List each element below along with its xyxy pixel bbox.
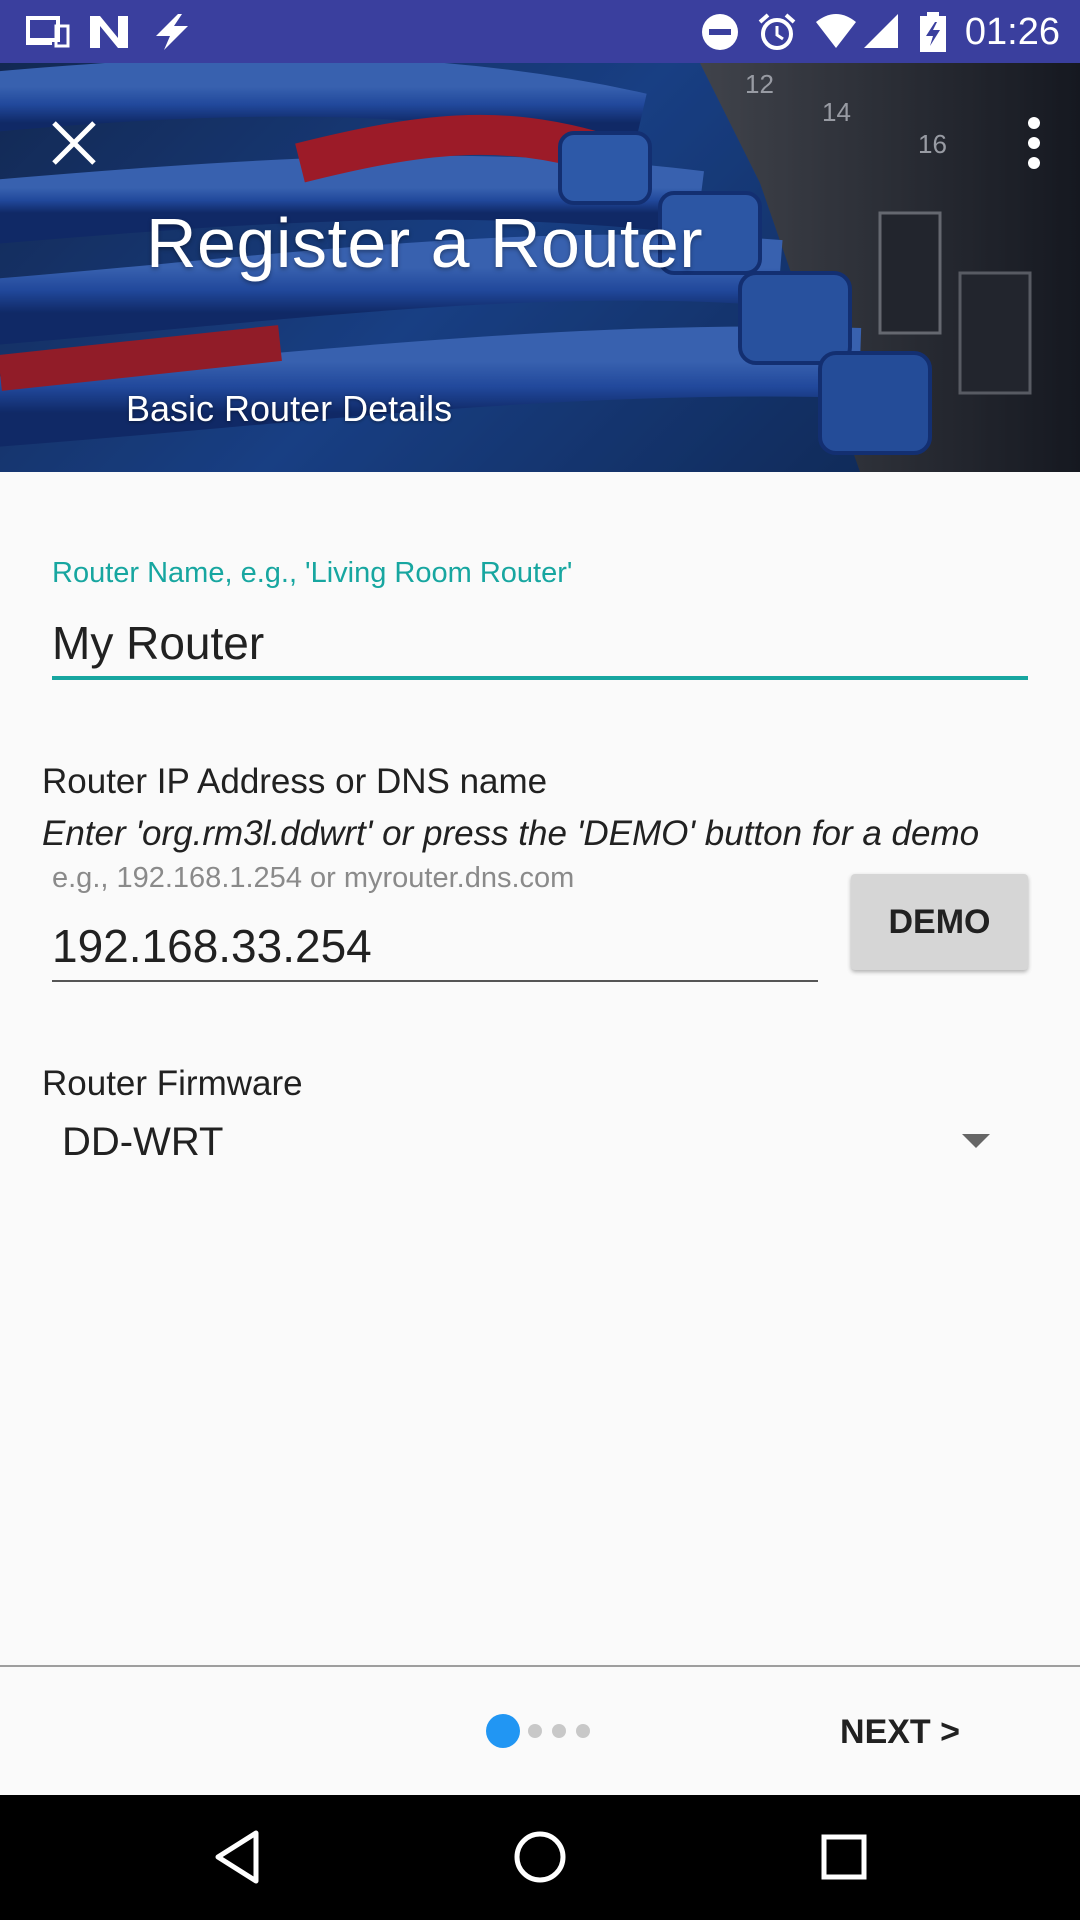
demo-button[interactable]: DEMO [851, 874, 1028, 970]
more-vert-icon[interactable] [1010, 113, 1058, 173]
router-name-label: Router Name, e.g., 'Living Room Router' [52, 557, 573, 589]
page-title: Register a Router [146, 204, 704, 282]
close-icon[interactable] [44, 113, 104, 173]
status-bar: 01:26 [0, 0, 1080, 63]
alarm-icon [758, 13, 796, 50]
home-icon[interactable] [508, 1825, 572, 1889]
router-ip-example-label: e.g., 192.168.1.254 or myrouter.dns.com [52, 862, 575, 894]
firmware-dropdown[interactable]: DD-WRT [62, 1114, 1012, 1174]
recents-icon[interactable] [812, 1825, 876, 1889]
page-indicator [486, 1714, 596, 1748]
status-time: 01:26 [964, 11, 1060, 53]
page-subtitle: Basic Router Details [126, 388, 453, 429]
page-dot-active [486, 1714, 520, 1748]
back-icon[interactable] [206, 1825, 270, 1889]
firmware-selected-value: DD-WRT [62, 1120, 224, 1164]
dropdown-arrow-icon [962, 1134, 990, 1148]
cell-signal-icon [864, 14, 898, 48]
page-dot [528, 1724, 542, 1738]
do-not-disturb-icon [702, 14, 738, 50]
router-name-input[interactable] [52, 610, 1028, 680]
header-banner: 12 14 16 Register a Router Basic Router … [0, 63, 1080, 472]
router-ip-input[interactable] [52, 912, 818, 982]
wifi-icon [816, 14, 856, 48]
flash-icon [156, 14, 188, 50]
router-ip-hint: Enter 'org.rm3l.ddwrt' or press the 'DEM… [42, 814, 980, 853]
router-ip-label: Router IP Address or DNS name [42, 762, 548, 801]
page-dot [552, 1724, 566, 1738]
battery-charging-icon [920, 12, 946, 52]
system-nav-bar [0, 1795, 1080, 1920]
page-dot [576, 1724, 590, 1738]
next-button[interactable]: NEXT > [840, 1708, 960, 1756]
devices-icon [26, 16, 70, 48]
footer-divider [0, 1665, 1080, 1667]
router-firmware-label: Router Firmware [42, 1064, 303, 1103]
n-logo-icon [90, 16, 128, 48]
